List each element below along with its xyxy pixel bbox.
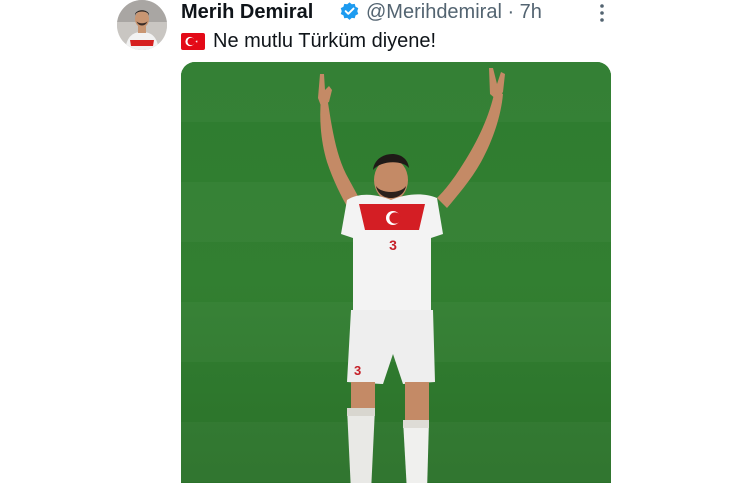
author-name[interactable]: Merih Demiral: [181, 0, 313, 24]
tweet-text: Ne mutlu Türküm diyene!: [213, 30, 437, 52]
jersey-number: 3: [389, 237, 397, 253]
tweet-photo[interactable]: 3 3: [181, 62, 611, 483]
player-celebration-photo: 3 3: [181, 62, 611, 483]
avatar[interactable]: [117, 0, 167, 50]
shorts-number: 3: [354, 363, 361, 378]
more-options-icon[interactable]: [593, 2, 611, 24]
tweet-card: Merih Demiral @Merihdemiral · 7h Ne mutl…: [0, 0, 737, 483]
avatar-image: [117, 0, 167, 50]
author-handle-and-time[interactable]: @Merihdemiral · 7h: [366, 0, 542, 24]
turkey-flag-icon: [181, 32, 205, 50]
verified-badge-icon: [339, 1, 360, 22]
tweet-text-line: Ne mutlu Türküm diyene!: [181, 29, 436, 53]
